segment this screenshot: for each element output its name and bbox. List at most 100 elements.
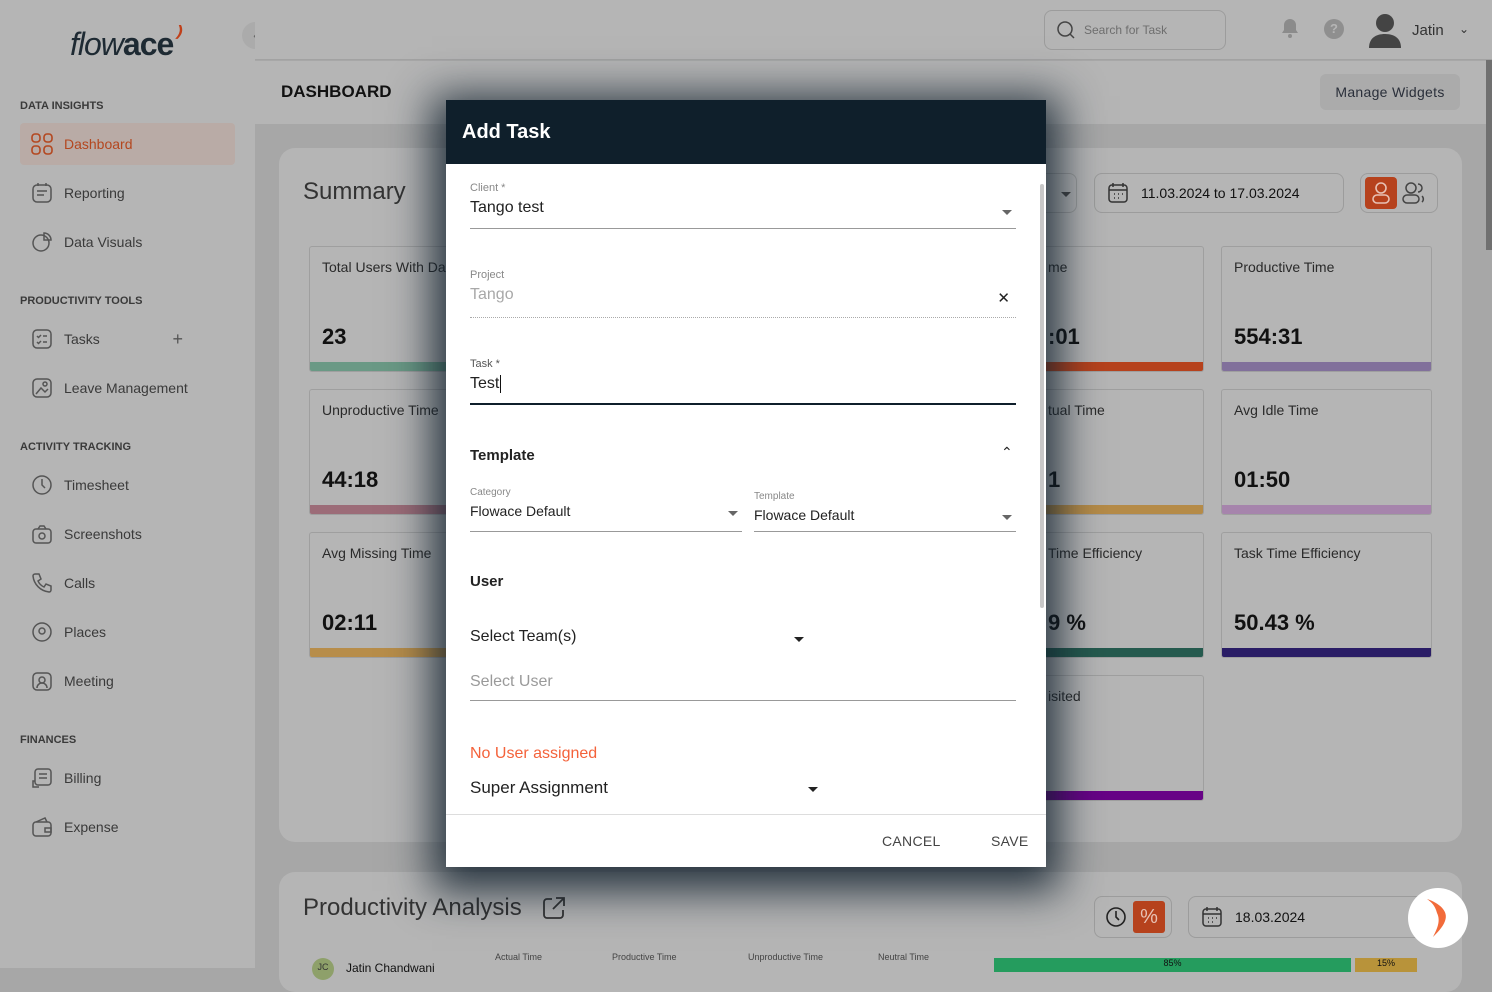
calendar-icon bbox=[1202, 907, 1222, 927]
search-input[interactable]: Search for Task bbox=[1044, 10, 1226, 50]
section-data-insights: DATA INSIGHTS bbox=[20, 100, 104, 112]
percent-toggle[interactable]: % bbox=[1133, 901, 1165, 933]
sidebar-item-billing[interactable]: Billing bbox=[20, 757, 235, 799]
search-placeholder: Search for Task bbox=[1084, 23, 1168, 37]
column-actual-time: Actual Time bbox=[495, 952, 543, 962]
date-range-text: 11.03.2024 to 17.03.2024 bbox=[1141, 185, 1300, 201]
sidebar-item-label: Calls bbox=[64, 575, 96, 591]
task-input[interactable]: Task * Test bbox=[470, 358, 1016, 405]
card-title: Unproductive Time bbox=[322, 402, 439, 418]
template-value: Flowace Default bbox=[754, 507, 855, 523]
chat-widget-button[interactable] bbox=[1408, 888, 1468, 948]
top-bar bbox=[255, 0, 1492, 60]
sidebar-item-places[interactable]: Places bbox=[20, 611, 235, 653]
user-select[interactable]: Select User bbox=[470, 673, 1016, 701]
pie-chart-icon bbox=[31, 231, 53, 253]
bell-icon[interactable] bbox=[1281, 18, 1299, 43]
project-select[interactable]: Project Tango ✕ bbox=[470, 269, 1016, 318]
sidebar-item-label: Meeting bbox=[64, 673, 114, 689]
sidebar-item-dashboard[interactable]: Dashboard bbox=[20, 123, 235, 165]
leave-icon bbox=[31, 377, 53, 399]
dialog-scrollbar[interactable] bbox=[1040, 184, 1044, 608]
user-row-name: Jatin Chandwani bbox=[346, 961, 435, 975]
dialog-title: Add Task bbox=[446, 100, 1046, 164]
summary-title: Summary bbox=[303, 178, 406, 205]
user-name[interactable]: Jatin bbox=[1412, 22, 1444, 39]
sidebar-item-label: Screenshots bbox=[64, 526, 142, 542]
project-label: Project bbox=[470, 269, 505, 281]
wallet-icon bbox=[31, 816, 53, 838]
card-value: 554:31 bbox=[1234, 324, 1303, 349]
card-title: Avg Missing Time bbox=[322, 545, 432, 561]
neutral-bar: 15% bbox=[1355, 958, 1417, 972]
page-scrollbar[interactable] bbox=[1486, 60, 1492, 250]
camera-icon bbox=[31, 523, 53, 545]
sidebar-item-meeting[interactable]: Meeting bbox=[20, 660, 235, 702]
team-select[interactable]: Select Team(s) bbox=[470, 628, 806, 652]
page-title: DASHBOARD bbox=[281, 82, 392, 101]
card-value: 23 bbox=[322, 324, 347, 349]
sidebar-item-label: Data Visuals bbox=[64, 234, 143, 250]
sidebar-item-expense[interactable]: Expense bbox=[20, 806, 235, 848]
dropdown-arrow-icon bbox=[808, 787, 818, 792]
metric-toggle: % bbox=[1094, 896, 1172, 938]
card-title: Total Users With Dat bbox=[322, 259, 450, 275]
meeting-icon bbox=[31, 670, 53, 692]
help-icon[interactable]: ? bbox=[1324, 19, 1344, 39]
client-select[interactable]: Client * Tango test bbox=[470, 182, 1016, 229]
clock-icon bbox=[1106, 907, 1126, 927]
single-user-toggle[interactable] bbox=[1365, 177, 1397, 209]
cancel-button[interactable]: CANCEL bbox=[882, 833, 941, 849]
clear-icon[interactable]: ✕ bbox=[997, 289, 1010, 307]
column-productive-time: Productive Time bbox=[612, 952, 677, 962]
sidebar-item-tasks[interactable]: Tasks + bbox=[20, 318, 235, 360]
user-icon bbox=[1372, 182, 1390, 204]
team-select-text: Select Team(s) bbox=[470, 628, 577, 645]
card-title: Task Time Efficiency bbox=[1234, 545, 1361, 561]
phone-icon bbox=[31, 572, 53, 594]
manage-widgets-button[interactable]: Manage Widgets bbox=[1320, 74, 1460, 110]
client-value: Tango test bbox=[470, 199, 544, 216]
collapse-template-icon[interactable]: ⌃ bbox=[1001, 444, 1013, 461]
date-text: 18.03.2024 bbox=[1235, 909, 1306, 925]
super-assignment-select[interactable]: Super Assignment bbox=[470, 778, 820, 802]
users-icon bbox=[1402, 182, 1425, 204]
summary-card[interactable]: Productive Time 554:31 bbox=[1221, 246, 1432, 372]
sidebar-item-label: Billing bbox=[64, 770, 102, 786]
no-user-message: No User assigned bbox=[470, 745, 598, 762]
date-range-picker[interactable]: 11.03.2024 to 17.03.2024 bbox=[1094, 173, 1344, 213]
external-link-icon[interactable] bbox=[542, 896, 566, 925]
grid-icon bbox=[31, 133, 53, 155]
save-button[interactable]: SAVE bbox=[991, 833, 1029, 849]
card-title: Avg Idle Time bbox=[1234, 402, 1319, 418]
category-value: Flowace Default bbox=[470, 503, 571, 519]
sidebar-item-label: Reporting bbox=[64, 185, 125, 201]
flowace-swoosh-icon bbox=[1427, 899, 1446, 937]
clock-icon bbox=[31, 474, 53, 496]
template-select[interactable]: Template Flowace Default bbox=[754, 491, 1016, 532]
summary-card[interactable]: Avg Idle Time 01:50 bbox=[1221, 389, 1432, 515]
search-icon bbox=[1057, 21, 1075, 39]
productivity-title: Productivity Analysis bbox=[303, 894, 522, 921]
card-title: Productive Time bbox=[1234, 259, 1335, 275]
sidebar-item-data-visuals[interactable]: Data Visuals bbox=[20, 221, 235, 263]
team-toggle[interactable] bbox=[1397, 177, 1431, 209]
sidebar-item-calls[interactable]: Calls bbox=[20, 562, 235, 604]
sidebar-item-timesheet[interactable]: Timesheet bbox=[20, 464, 235, 506]
card-color-bar bbox=[1222, 362, 1431, 371]
avatar[interactable] bbox=[1368, 12, 1402, 53]
sidebar-item-label: Timesheet bbox=[64, 477, 129, 493]
add-task-dialog: Add Task Client * Tango test Project Tan… bbox=[446, 100, 1046, 867]
add-task-button[interactable]: + bbox=[172, 329, 183, 350]
task-label: Task * bbox=[470, 358, 500, 370]
sidebar-item-screenshots[interactable]: Screenshots bbox=[20, 513, 235, 555]
section-productivity-tools: PRODUCTIVITY TOOLS bbox=[20, 295, 143, 307]
category-select[interactable]: Category Flowace Default bbox=[470, 487, 742, 532]
template-label: Template bbox=[754, 491, 795, 502]
summary-card[interactable]: Task Time Efficiency 50.43 % bbox=[1221, 532, 1432, 658]
sidebar-item-reporting[interactable]: Reporting bbox=[20, 172, 235, 214]
sidebar-item-leave-management[interactable]: Leave Management bbox=[20, 367, 235, 409]
time-toggle[interactable] bbox=[1099, 901, 1133, 933]
chevron-down-icon[interactable]: ⌄ bbox=[1459, 22, 1469, 36]
flowace-logo[interactable]: flowace⁾ bbox=[70, 21, 180, 63]
